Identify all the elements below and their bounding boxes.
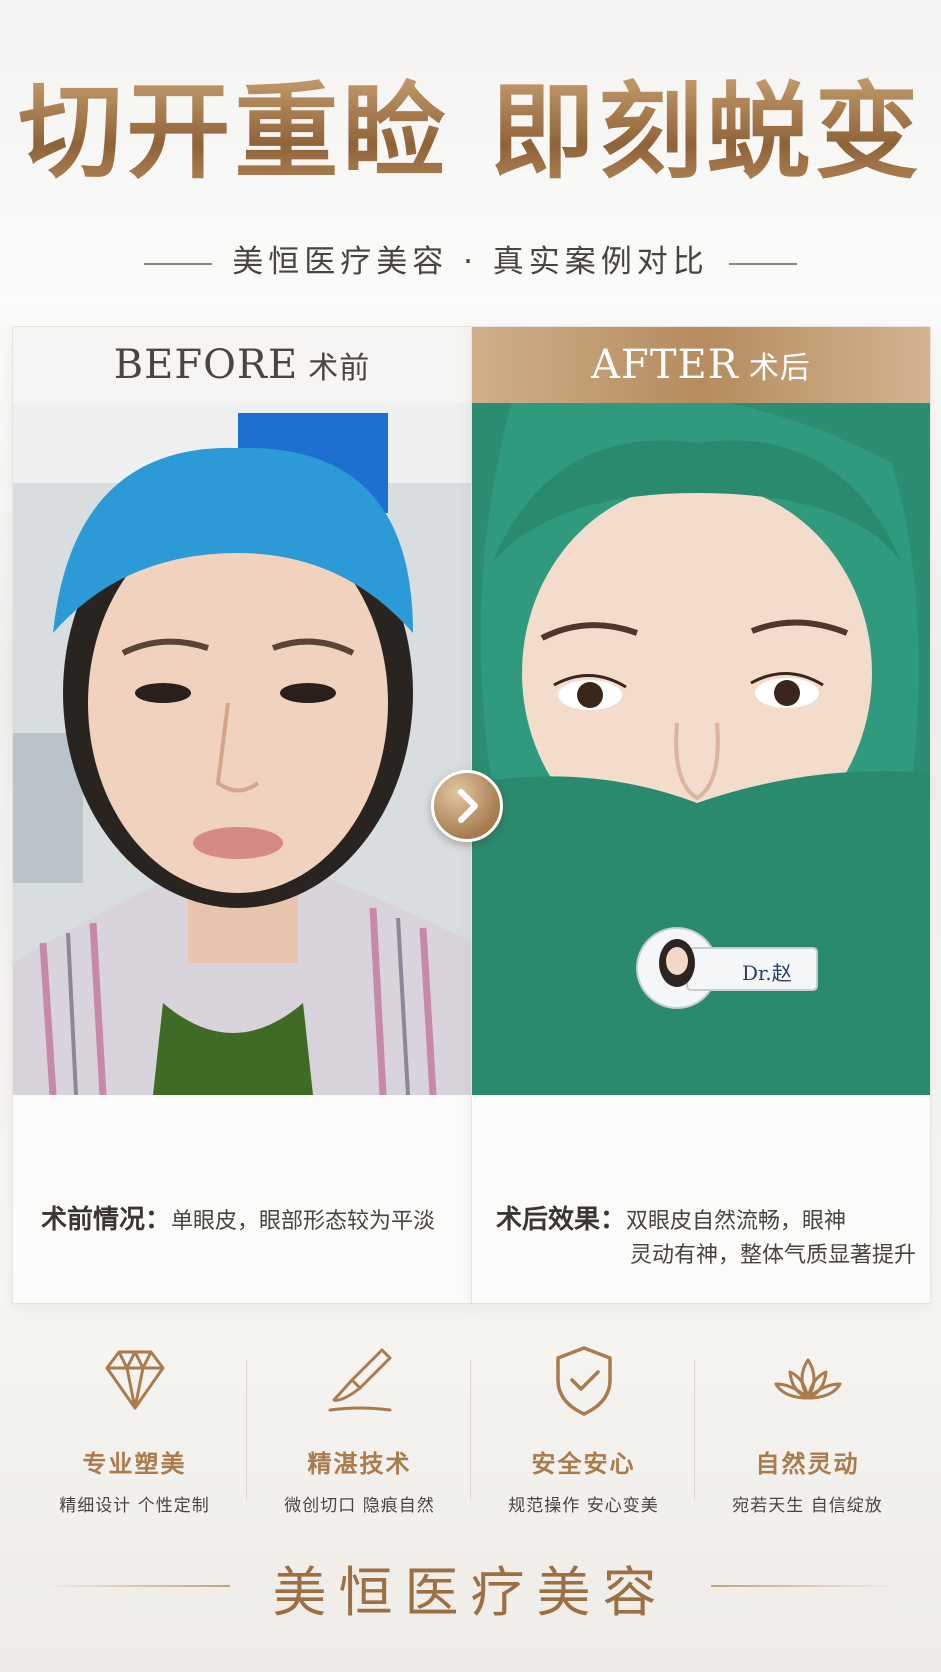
before-title-en: BEFORE	[113, 342, 299, 388]
lotus-icon	[774, 1358, 841, 1400]
after-caption-line2: 灵动有神，整体气质显著提升	[630, 1243, 917, 1268]
subheadline: 美恒医疗美容 · 真实案例对比	[0, 236, 941, 281]
before-header: BEFORE 术前	[13, 327, 471, 403]
compare-arrow-button	[431, 770, 503, 842]
feature-row: 专业塑美 精细设计 个性定制 精湛技术 微创切口 隐痕自然 安全安心 规范操作 …	[0, 1340, 941, 1516]
after-caption: 术后效果：双眼皮自然流畅，眼神 灵动有神，整体气质显著提升	[496, 1203, 926, 1273]
after-title-en: AFTER	[591, 342, 739, 388]
before-photo	[13, 403, 471, 1095]
subheadline-text: 美恒医疗美容 · 真实案例对比	[232, 244, 709, 280]
shield-check-icon	[555, 1346, 612, 1416]
brand-name: 美恒医疗美容	[272, 1561, 669, 1624]
after-photo: Dr.赵	[472, 403, 930, 1095]
feature-title: 自然灵动	[755, 1450, 860, 1478]
feature-professional: 专业塑美 精细设计 个性定制	[22, 1340, 247, 1516]
feature-title: 专业塑美	[82, 1450, 187, 1478]
before-caption-label: 术前情况：	[41, 1205, 172, 1235]
feature-natural: 自然灵动 宛若天生 自信绽放	[695, 1340, 920, 1516]
after-caption-line1: 双眼皮自然流畅，眼神	[626, 1209, 847, 1234]
scalpel-icon	[328, 1348, 391, 1412]
after-header: AFTER 术后	[472, 327, 930, 403]
feature-subtitle: 微创切口 隐痕自然	[284, 1496, 435, 1516]
after-title-cn: 术后	[748, 351, 811, 386]
before-caption-text: 单眼皮，眼部形态较为平淡	[171, 1209, 436, 1234]
feature-subtitle: 宛若天生 自信绽放	[732, 1496, 883, 1516]
divider-left	[144, 262, 213, 265]
feature-title: 精湛技术	[307, 1450, 412, 1478]
feature-subtitle: 规范操作 安心变美	[508, 1496, 659, 1516]
feature-title: 安全安心	[531, 1450, 636, 1478]
before-caption: 术前情况：单眼皮，眼部形态较为平淡	[41, 1203, 461, 1239]
feature-subtitle: 精细设计 个性定制	[59, 1496, 210, 1516]
before-title-cn: 术前	[308, 351, 371, 386]
feature-technique: 精湛技术 微创切口 隐痕自然	[247, 1340, 472, 1516]
doctor-badge-text: Dr.赵	[742, 961, 792, 985]
before-card: BEFORE 术前 术前情况：单眼皮，眼部形态较为平淡	[12, 326, 472, 1304]
chevron-right-icon	[458, 789, 478, 823]
headline: 切开重睑 即刻蜕变	[0, 70, 941, 195]
after-caption-label: 术后效果：	[496, 1205, 627, 1235]
after-card: AFTER 术后 Dr.赵 术后效果：双眼皮自然流畅，眼神 灵动有神，整体气质显…	[471, 326, 931, 1304]
diamond-icon	[105, 1350, 164, 1410]
divider-right	[728, 262, 797, 265]
feature-safety: 安全安心 规范操作 安心变美	[471, 1340, 696, 1516]
